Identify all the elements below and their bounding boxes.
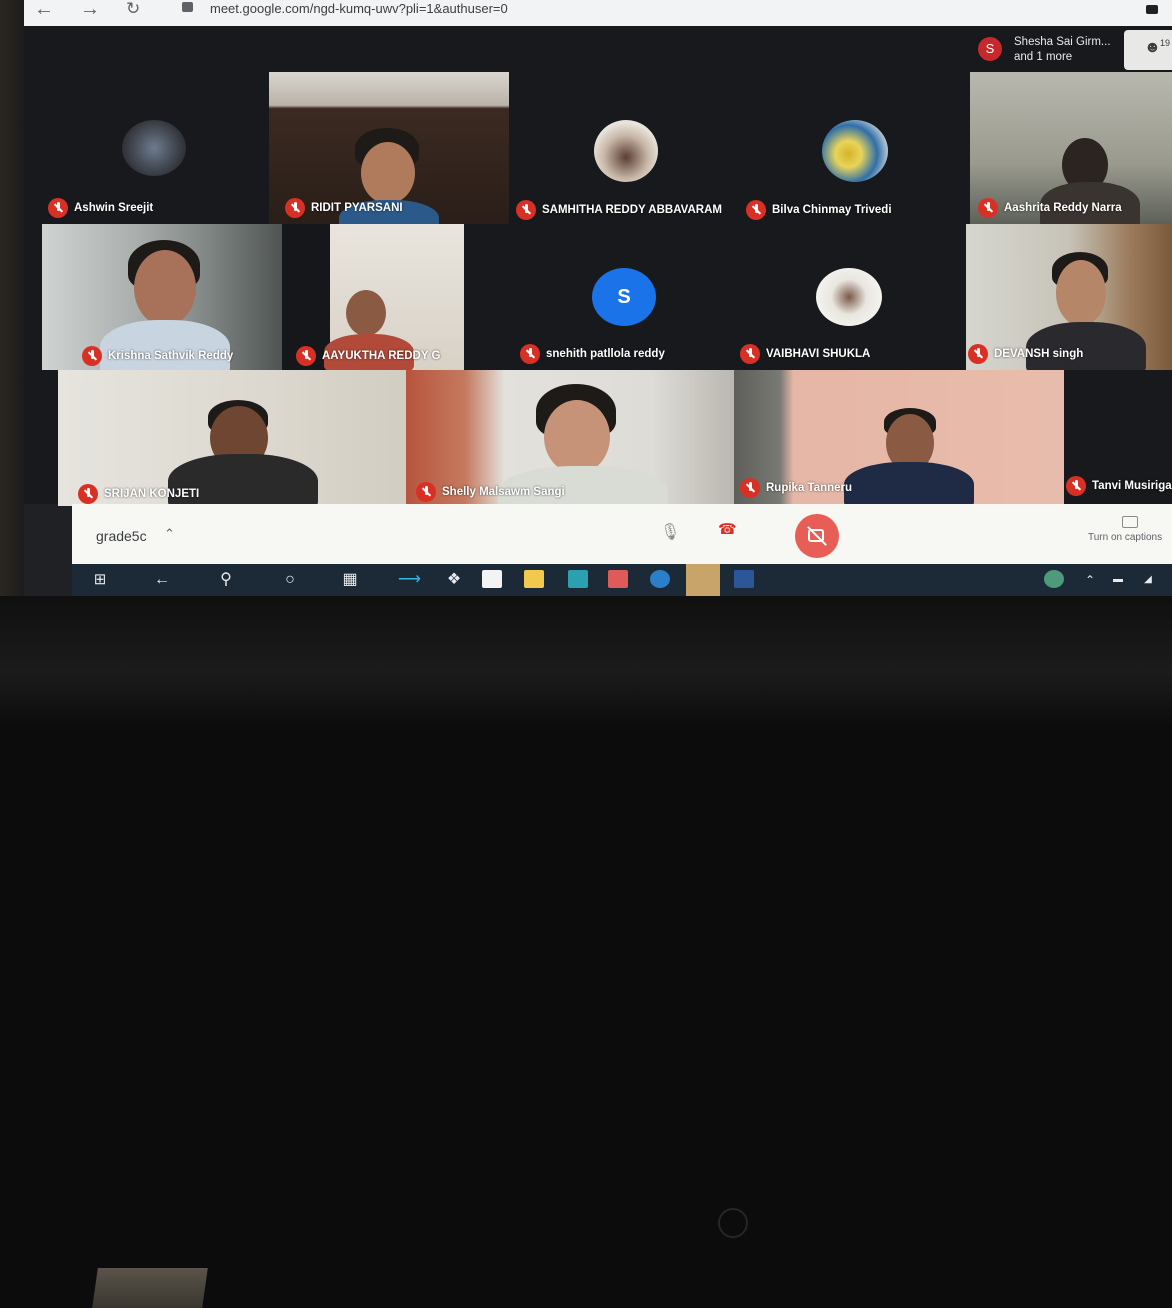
camera-toggle-button[interactable]	[795, 514, 839, 558]
search-icon[interactable]: ⚲	[216, 570, 236, 590]
reload-icon[interactable]: ↻	[126, 0, 140, 22]
participant-name-tag: RIDIT PYARSANI	[285, 198, 403, 218]
mic-off-icon	[296, 346, 316, 366]
meeting-control-bar: grade5c ⌃ 🎙 ☎ Turn on captions	[72, 504, 1172, 564]
participant-tile[interactable]: S snehith patllola reddy	[464, 224, 740, 370]
participant-avatar	[822, 120, 888, 182]
participant-name-tag: SAMHITHA REDDY ABBAVARAM	[516, 200, 722, 220]
mic-off-icon	[516, 200, 536, 220]
chevron-up-icon[interactable]: ⌃	[164, 526, 175, 542]
participant-tile[interactable]: Shelly Malsawm Sangi	[406, 370, 734, 506]
hang-up-button[interactable]: ☎	[718, 520, 744, 540]
participant-face	[1056, 260, 1106, 326]
edge-browser-icon[interactable]	[650, 570, 670, 588]
participant-tile[interactable]: Aashrita Reddy Narra	[970, 72, 1172, 224]
battery-icon[interactable]: ▬	[1108, 570, 1128, 590]
participant-tile[interactable]: DEVANSH singh	[966, 224, 1172, 370]
mic-off-icon	[285, 198, 305, 218]
participant-tile[interactable]: Rupika Tanneru	[734, 370, 1064, 506]
participant-tile[interactable]: SRIJAN KONJETI	[58, 370, 406, 506]
presenter-avatar: S	[978, 37, 1002, 61]
participant-tile[interactable]: Bilva Chinmay Trivedi	[740, 72, 970, 224]
participant-face	[361, 142, 415, 204]
address-bar[interactable]: meet.google.com/ngd-kumq-uwv?pli=1&authu…	[210, 0, 508, 18]
monitor-hinge	[92, 1268, 208, 1308]
participant-name-tag: Aashrita Reddy Narra	[978, 198, 1122, 218]
participant-name-tag: Ashwin Sreejit	[48, 198, 153, 218]
participant-tile[interactable]: SAMHITHA REDDY ABBAVARAM	[510, 72, 740, 224]
forward-arrow-icon[interactable]: →	[80, 0, 100, 22]
browser-toolbar: ← → ↻ meet.google.com/ngd-kumq-uwv?pli=1…	[24, 0, 1172, 26]
participant-name-tag: Rupika Tanneru	[740, 478, 852, 498]
lightning-app-icon[interactable]: ⟶	[398, 570, 421, 590]
mic-off-icon	[520, 344, 540, 364]
mic-off-icon	[978, 198, 998, 218]
taskbar-back-icon[interactable]: ←	[152, 570, 172, 590]
mic-off-icon	[746, 200, 766, 220]
presenter-name: Shesha Sai Girm... and 1 more	[1014, 36, 1111, 63]
participant-name-tag: Shelly Malsawm Sangi	[416, 482, 565, 502]
participant-body	[844, 462, 974, 506]
participant-name-tag: SRIJAN KONJETI	[78, 484, 199, 504]
people-icon: ☻	[1144, 39, 1161, 56]
mic-off-icon	[740, 344, 760, 364]
participant-tile[interactable]: RIDIT PYARSANI	[269, 72, 509, 224]
chrome-active-icon[interactable]	[686, 564, 720, 596]
participant-name-tag: DEVANSH singh	[968, 344, 1083, 364]
participant-tile[interactable]: AAYUKTHA REDDY G	[282, 224, 464, 370]
monitor-bezel-bottom	[0, 596, 1172, 1308]
participant-name-tag: VAIBHAVI SHUKLA	[740, 344, 870, 364]
participant-tile[interactable]: VAIBHAVI SHUKLA	[740, 224, 966, 370]
participant-face	[346, 290, 386, 336]
participant-name-tag: Krishna Sathvik Reddy	[82, 346, 233, 366]
word-icon[interactable]	[734, 570, 754, 588]
tray-app-icon[interactable]	[1044, 570, 1064, 588]
mic-off-icon	[1066, 476, 1086, 496]
mic-off-icon	[416, 482, 436, 502]
captions-button-label[interactable]: Turn on captions	[1088, 532, 1162, 543]
media-app-icon[interactable]	[608, 570, 628, 588]
participant-face	[544, 400, 610, 474]
participant-avatar	[594, 120, 658, 182]
participant-name-tag: Tanvi Musiriga	[1066, 476, 1172, 496]
lock-icon[interactable]	[182, 2, 193, 12]
windows-taskbar: ⊞ ← ⚲ ○ ▦ ⟶ ❖ ⌃ ▬ ◢	[72, 564, 1172, 596]
chevron-up-icon[interactable]: ⌃	[1080, 570, 1100, 590]
screen: ← → ↻ meet.google.com/ngd-kumq-uwv?pli=1…	[24, 0, 1172, 596]
mic-toggle-button[interactable]: 🎙	[660, 522, 680, 542]
participant-tile[interactable]: Ashwin Sreejit	[42, 72, 268, 224]
captions-icon[interactable]	[1122, 516, 1138, 528]
mic-off-icon	[48, 198, 68, 218]
mic-off-icon	[740, 478, 760, 498]
network-icon[interactable]: ◢	[1138, 570, 1158, 590]
participant-avatar	[816, 268, 882, 326]
participant-avatar	[122, 120, 186, 176]
meeting-details-button[interactable]: grade5c	[96, 528, 147, 544]
participant-face	[134, 250, 196, 326]
back-arrow-icon[interactable]: ←	[34, 0, 54, 22]
mail-icon[interactable]	[568, 570, 588, 588]
mic-off-icon	[82, 346, 102, 366]
people-button[interactable]: ☻ 19	[1124, 30, 1172, 70]
store-icon[interactable]	[482, 570, 502, 588]
monitor-logo	[718, 1208, 748, 1238]
participant-tile[interactable]: Tanvi Musiriga	[1064, 370, 1172, 506]
presenting-indicator[interactable]: S Shesha Sai Girm... and 1 more	[978, 33, 1111, 69]
participant-avatar: S	[592, 268, 656, 326]
windows-start-icon[interactable]: ⊞	[90, 570, 110, 590]
participant-tile[interactable]: Krishna Sathvik Reddy	[42, 224, 282, 370]
task-view-icon[interactable]: ▦	[340, 570, 360, 590]
participant-name-tag: AAYUKTHA REDDY G	[296, 346, 440, 366]
cortana-icon[interactable]: ○	[280, 570, 300, 590]
participant-name-tag: Bilva Chinmay Trivedi	[746, 200, 892, 220]
mic-off-icon	[78, 484, 98, 504]
dropbox-icon[interactable]: ❖	[444, 570, 464, 590]
people-count: 19	[1160, 38, 1171, 48]
participant-name-tag: snehith patllola reddy	[520, 344, 665, 364]
camera-extension-icon[interactable]	[1146, 5, 1158, 14]
mic-off-icon	[968, 344, 988, 364]
file-explorer-icon[interactable]	[524, 570, 544, 588]
